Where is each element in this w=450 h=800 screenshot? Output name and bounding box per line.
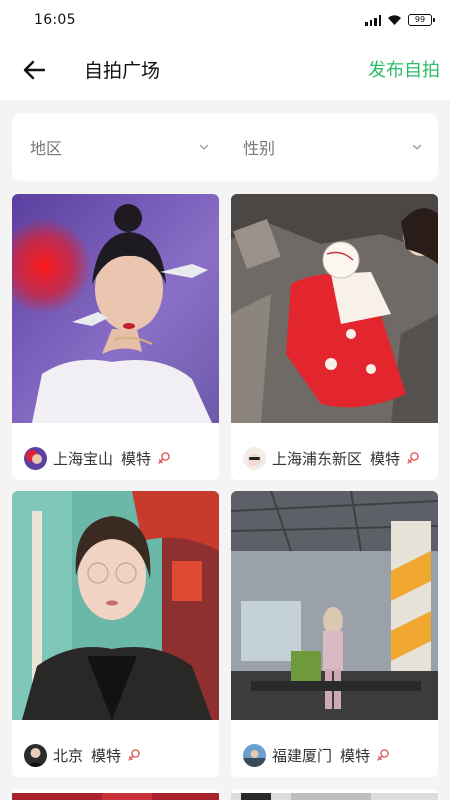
female-icon bbox=[158, 452, 170, 464]
back-button[interactable] bbox=[18, 54, 50, 86]
selfie-photo[interactable] bbox=[231, 194, 438, 423]
chevron-down-icon bbox=[199, 144, 209, 150]
status-bar: 16:05 99 bbox=[0, 0, 450, 40]
header: 自拍广场 发布自拍 bbox=[0, 40, 450, 100]
battery-icon: 99 bbox=[408, 14, 435, 26]
arrow-left-icon bbox=[23, 60, 45, 80]
status-time: 16:05 bbox=[34, 12, 76, 28]
selfie-photo[interactable] bbox=[12, 194, 219, 423]
selfie-photo[interactable] bbox=[231, 793, 438, 800]
publish-selfie-button[interactable]: 发布自拍 bbox=[368, 56, 440, 82]
female-icon bbox=[377, 749, 389, 761]
selfie-photo[interactable] bbox=[12, 793, 219, 800]
filter-bar: 地区 性别 bbox=[12, 113, 438, 181]
card-region: 上海浦东新区 bbox=[272, 449, 363, 468]
card-role: 模特 bbox=[340, 746, 371, 765]
card-footer: 上海宝山 模特 bbox=[12, 430, 219, 480]
status-icons: 99 bbox=[365, 14, 435, 26]
selfie-card[interactable]: 上海宝山 模特 bbox=[12, 194, 219, 480]
avatar[interactable] bbox=[243, 743, 266, 767]
region-filter[interactable]: 地区 bbox=[12, 113, 225, 181]
chevron-down-icon bbox=[412, 144, 422, 150]
gender-filter-label: 性别 bbox=[243, 139, 276, 158]
selfie-card[interactable] bbox=[12, 789, 219, 800]
selfie-card[interactable]: 北京 模特 bbox=[12, 491, 219, 777]
selfie-card[interactable]: 福建厦门 模特 bbox=[231, 491, 438, 777]
gender-filter[interactable]: 性别 bbox=[225, 113, 438, 181]
page-title: 自拍广场 bbox=[84, 60, 161, 82]
selfie-card[interactable] bbox=[231, 789, 438, 800]
selfie-photo[interactable] bbox=[12, 491, 219, 720]
card-footer: 北京 模特 bbox=[12, 727, 219, 777]
female-icon bbox=[128, 749, 140, 761]
female-icon bbox=[407, 452, 419, 464]
avatar[interactable] bbox=[243, 446, 266, 470]
region-filter-label: 地区 bbox=[30, 139, 63, 158]
card-role: 模特 bbox=[370, 449, 401, 468]
card-footer: 上海浦东新区 模特 bbox=[231, 430, 438, 480]
card-region: 上海宝山 bbox=[53, 449, 114, 468]
wifi-icon bbox=[388, 15, 401, 25]
card-footer: 福建厦门 模特 bbox=[231, 727, 438, 777]
card-region: 北京 bbox=[53, 746, 84, 765]
avatar[interactable] bbox=[24, 743, 47, 767]
card-role: 模特 bbox=[91, 746, 122, 765]
selfie-card[interactable]: 上海浦东新区 模特 bbox=[231, 194, 438, 480]
selfie-photo[interactable] bbox=[231, 491, 438, 720]
card-region: 福建厦门 bbox=[272, 746, 333, 765]
signal-icon bbox=[365, 14, 381, 26]
card-role: 模特 bbox=[121, 449, 152, 468]
avatar[interactable] bbox=[24, 446, 47, 470]
